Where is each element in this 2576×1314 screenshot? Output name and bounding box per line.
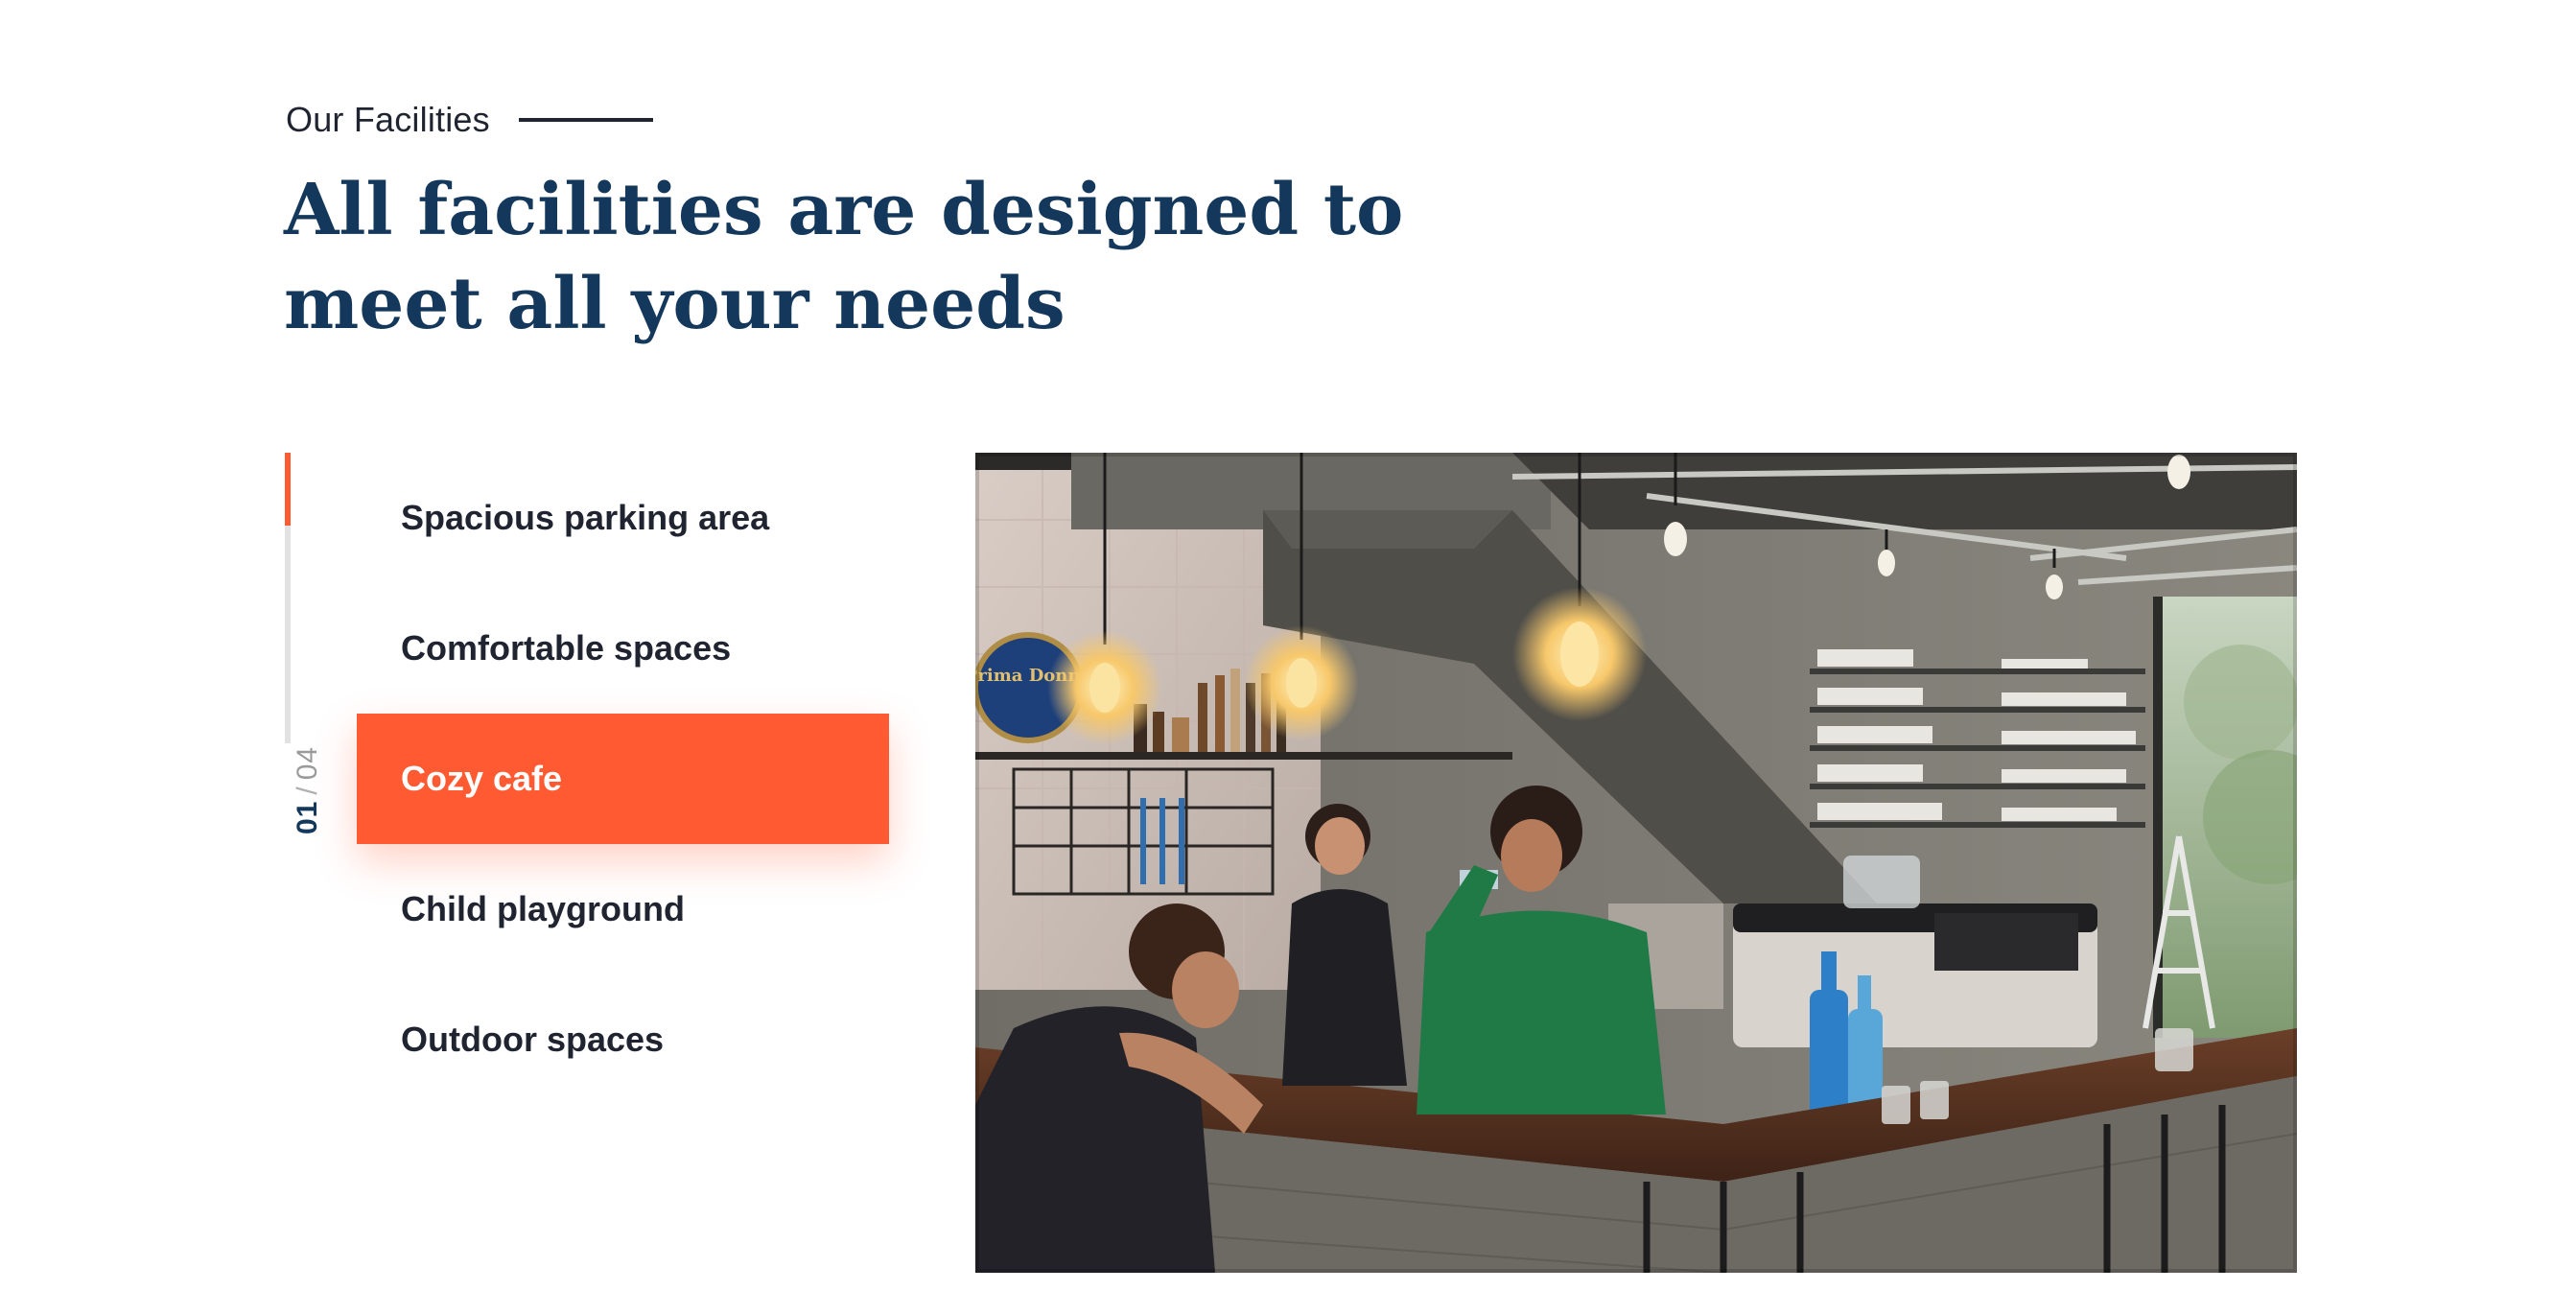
facility-item-cafe[interactable]: Cozy cafe — [357, 714, 889, 844]
facility-item-parking[interactable]: Spacious parking area — [357, 453, 889, 583]
progress-track — [285, 453, 291, 743]
counter-total: 04 — [292, 745, 323, 781]
facility-item-outdoor[interactable]: Outdoor spaces — [357, 974, 889, 1105]
progress-fill — [285, 453, 291, 526]
eyebrow-label: Our Facilities — [286, 100, 490, 139]
cafe-interior-illustration: Prima Donna — [975, 453, 2297, 1273]
facilities-section: Our Facilities All facilities are design… — [0, 0, 2576, 1314]
section-eyebrow: Our Facilities — [286, 100, 653, 140]
counter-separator: / — [292, 786, 323, 795]
slide-counter: 01 / 04 — [292, 746, 324, 834]
facility-photo: Prima Donna — [975, 453, 2297, 1273]
section-title: All facilities are designed to meet all … — [284, 169, 1404, 345]
facility-item-playground[interactable]: Child playground — [357, 844, 889, 974]
facilities-list: Spacious parking area Comfortable spaces… — [357, 453, 889, 1105]
facility-item-spaces[interactable]: Comfortable spaces — [357, 583, 889, 714]
eyebrow-divider — [518, 118, 653, 122]
counter-current: 01 — [292, 800, 323, 834]
